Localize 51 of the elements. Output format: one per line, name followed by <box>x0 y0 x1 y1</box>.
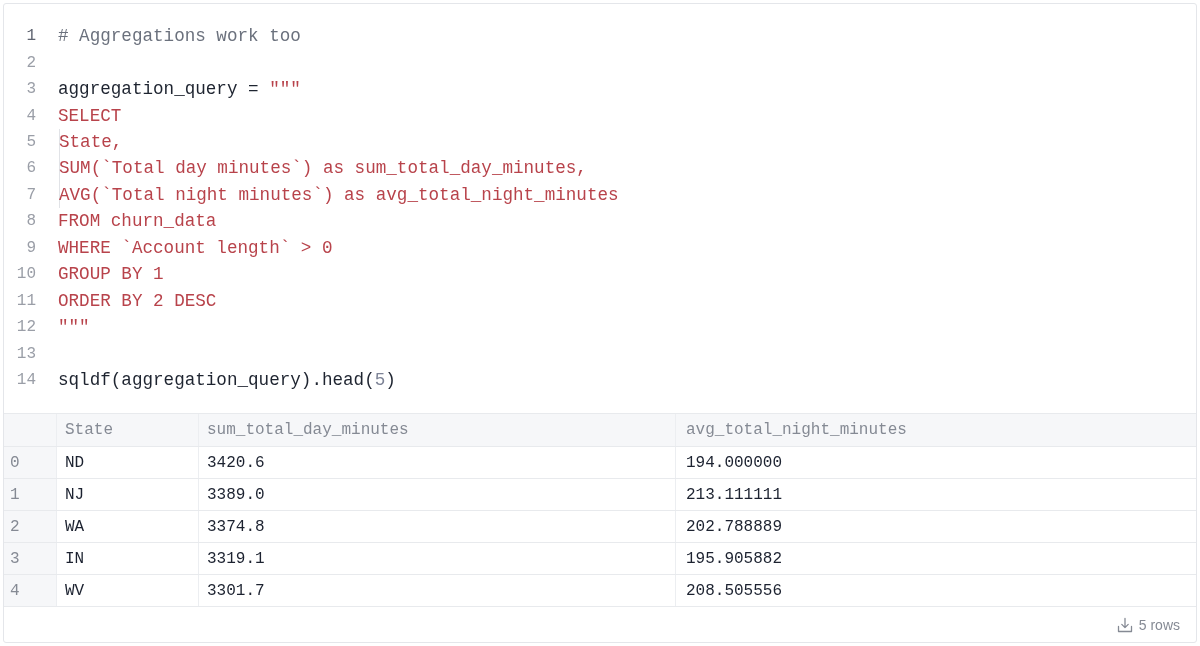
code-line: sqldf(aggregation_query).head(5) <box>58 369 396 393</box>
code-line: AVG(`Total night minutes`) as avg_total_night_minutes <box>58 181 619 209</box>
code-line: """ <box>58 316 90 340</box>
table-cell: 3301.7 <box>199 575 676 607</box>
code-line: SELECT <box>58 104 122 128</box>
table-cell: 3420.6 <box>199 447 676 479</box>
table-cell: NJ <box>57 479 199 511</box>
code-line: SUM(`Total day minutes`) as sum_total_day_minutes, <box>58 155 587 182</box>
table-cell: 3374.8 <box>199 511 676 543</box>
table-cell: IN <box>57 543 199 575</box>
row-index: 2 <box>4 511 57 543</box>
table-cell: ND <box>57 447 199 479</box>
code-line: ORDER BY 2 DESC <box>58 289 217 313</box>
row-index: 0 <box>4 447 57 479</box>
line-number: 8 <box>25 211 36 233</box>
code-line: State, <box>58 128 123 156</box>
table-cell-text: 202.788889 <box>685 516 783 538</box>
table-cell: WV <box>57 575 199 607</box>
line-number: 10 <box>15 264 36 286</box>
line-number: 5 <box>25 132 36 154</box>
table-cell-text: 195.905882 <box>685 548 783 570</box>
row-index: 1 <box>4 479 57 511</box>
line-number: 9 <box>25 237 36 259</box>
code-line: GROUP BY 1 <box>58 263 164 287</box>
line-number: 12 <box>15 317 36 339</box>
download-icon <box>1116 616 1133 633</box>
code-line: # Aggregations work too <box>58 25 301 49</box>
line-number: 3 <box>25 79 36 101</box>
download-button[interactable]: 5 rows <box>1116 616 1180 633</box>
line-number: 7 <box>25 184 36 206</box>
line-number: 1 <box>25 26 36 48</box>
column-header: sum_total_day_minutes <box>199 414 676 447</box>
row-index: 4 <box>4 575 57 607</box>
row-index: 3 <box>4 543 57 575</box>
table-cell-text: 194.000000 <box>685 452 783 474</box>
table-cell: WA <box>57 511 199 543</box>
code-line: WHERE `Account length` > 0 <box>58 236 333 260</box>
table-cell-text: 208.505556 <box>685 580 783 602</box>
code-line: FROM churn_data <box>58 210 217 234</box>
line-number: 2 <box>25 52 36 74</box>
line-number: 4 <box>25 105 36 127</box>
line-number: 14 <box>15 370 36 392</box>
column-header: avg_total_night_minutes <box>685 420 908 442</box>
line-number: 13 <box>15 343 36 365</box>
line-number: 11 <box>15 290 36 312</box>
table-cell: 3389.0 <box>199 479 676 511</box>
line-number: 6 <box>25 158 36 180</box>
column-header: State <box>57 414 199 447</box>
table-cell: 3319.1 <box>199 543 676 575</box>
code-line: aggregation_query = """ <box>58 78 301 102</box>
table-cell-text: 213.111111 <box>685 484 783 506</box>
